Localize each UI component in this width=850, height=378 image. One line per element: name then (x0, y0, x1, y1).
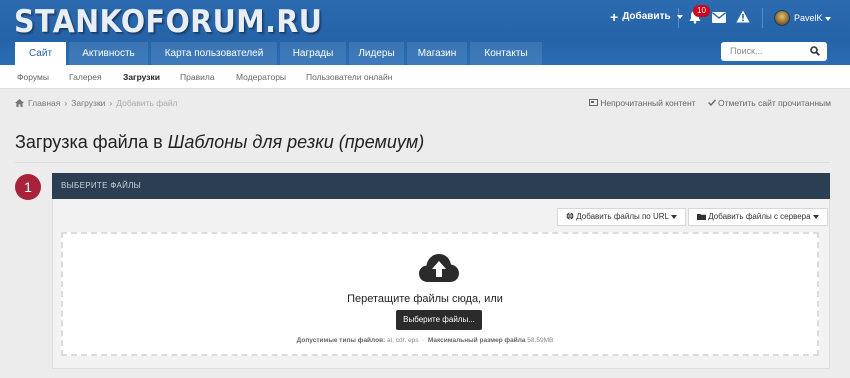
newspaper-icon (588, 99, 598, 106)
site-logo[interactable]: STANKOFORUM.RU (14, 4, 322, 40)
check-icon (707, 99, 716, 107)
breadcrumb-downloads[interactable]: Загрузки (71, 98, 105, 108)
max-size-value: 58,59MB (527, 337, 554, 344)
tab-leaders[interactable]: Лидеры (349, 42, 404, 65)
subnav-online-users[interactable]: Пользователи онлайн (306, 72, 392, 82)
subnav-gallery[interactable]: Галерея (69, 72, 102, 82)
search-placeholder: Поиск... (730, 46, 763, 56)
plus-icon: + (610, 8, 619, 25)
breadcrumb: Главная › Загрузки › Добавить файл (15, 98, 178, 108)
drop-instructions: Перетащите файлы сюда, или (347, 293, 503, 305)
breadcrumb-actions: Непрочитанный контент Отметить сайт проч… (588, 98, 831, 108)
step-number-badge: 1 (15, 174, 41, 200)
chevron-right-icon: › (64, 98, 68, 108)
tab-user-map[interactable]: Карта пользователей (151, 42, 277, 65)
mark-site-read-label: Отметить сайт прочитанным (717, 98, 831, 108)
username: PavelK (794, 13, 823, 23)
envelope-icon[interactable] (712, 12, 726, 23)
step-panel-header: ВЫБЕРИТЕ ФАЙЛЫ (52, 173, 830, 199)
mark-site-read-link[interactable]: Отметить сайт прочитанным (707, 98, 831, 108)
subnav-forums[interactable]: Форумы (17, 72, 49, 82)
header-divider (762, 8, 763, 28)
globe-icon (566, 212, 574, 220)
caret-down-icon (824, 16, 831, 21)
tab-awards[interactable]: Награды (280, 42, 346, 65)
sub-navigation: Форумы Галерея Загрузки Правила Модерато… (0, 65, 850, 89)
breadcrumb-current: Добавить файл (116, 98, 178, 108)
page-title: Загрузка файла в Шаблоны для резки (прем… (15, 132, 424, 153)
user-menu[interactable]: PavelK (794, 13, 831, 23)
cloud-upload-icon (419, 254, 459, 282)
site-header: STANKOFORUM.RU + Добавить 10 PavelK Сайт… (0, 0, 850, 65)
choose-files-button[interactable]: Выберите файлы... (396, 310, 482, 330)
add-menu-button[interactable]: + Добавить (610, 8, 683, 25)
add-files-by-url-label: Добавить файлы по URL (576, 212, 669, 221)
unread-content-label: Непрочитанный контент (600, 98, 696, 108)
file-limits: Допустимые типы файлов: ai, cdr, eps · М… (296, 337, 554, 344)
allowed-types-label: Допустимые типы файлов: (296, 337, 386, 344)
search-input[interactable]: Поиск... (721, 42, 827, 61)
page-title-category[interactable]: Шаблоны для резки (премиум) (168, 132, 424, 152)
search-icon[interactable] (810, 46, 820, 56)
breadcrumb-home[interactable]: Главная (28, 98, 60, 108)
tab-site[interactable]: Сайт (15, 42, 66, 65)
add-files-from-server-button[interactable]: Добавить файлы с сервера (688, 208, 828, 226)
tab-shop[interactable]: Магазин (407, 42, 467, 65)
caret-down-icon (812, 214, 819, 219)
add-files-from-server-label: Добавить файлы с сервера (708, 212, 811, 221)
unread-content-link[interactable]: Непрочитанный контент (588, 98, 696, 108)
chevron-right-icon: › (109, 98, 113, 108)
user-avatar[interactable] (774, 10, 790, 26)
add-files-by-url-button[interactable]: Добавить файлы по URL (557, 208, 686, 226)
subnav-moderators[interactable]: Модераторы (236, 72, 286, 82)
add-label: Добавить (622, 11, 671, 22)
page-title-prefix: Загрузка файла в (15, 132, 168, 152)
home-icon (15, 99, 24, 107)
tab-activity[interactable]: Активность (69, 42, 148, 65)
warning-icon[interactable] (736, 10, 750, 23)
caret-down-icon (670, 214, 677, 219)
folder-icon (697, 214, 706, 220)
tab-contacts[interactable]: Контакты (470, 42, 542, 65)
subnav-downloads[interactable]: Загрузки (123, 72, 160, 82)
notification-badge: 10 (693, 5, 710, 17)
title-divider (15, 162, 830, 163)
max-size-label: Максимальный размер файла (427, 337, 526, 344)
allowed-types-value: ai, cdr, eps (387, 337, 419, 344)
header-divider (678, 8, 679, 28)
subnav-rules[interactable]: Правила (180, 72, 215, 82)
